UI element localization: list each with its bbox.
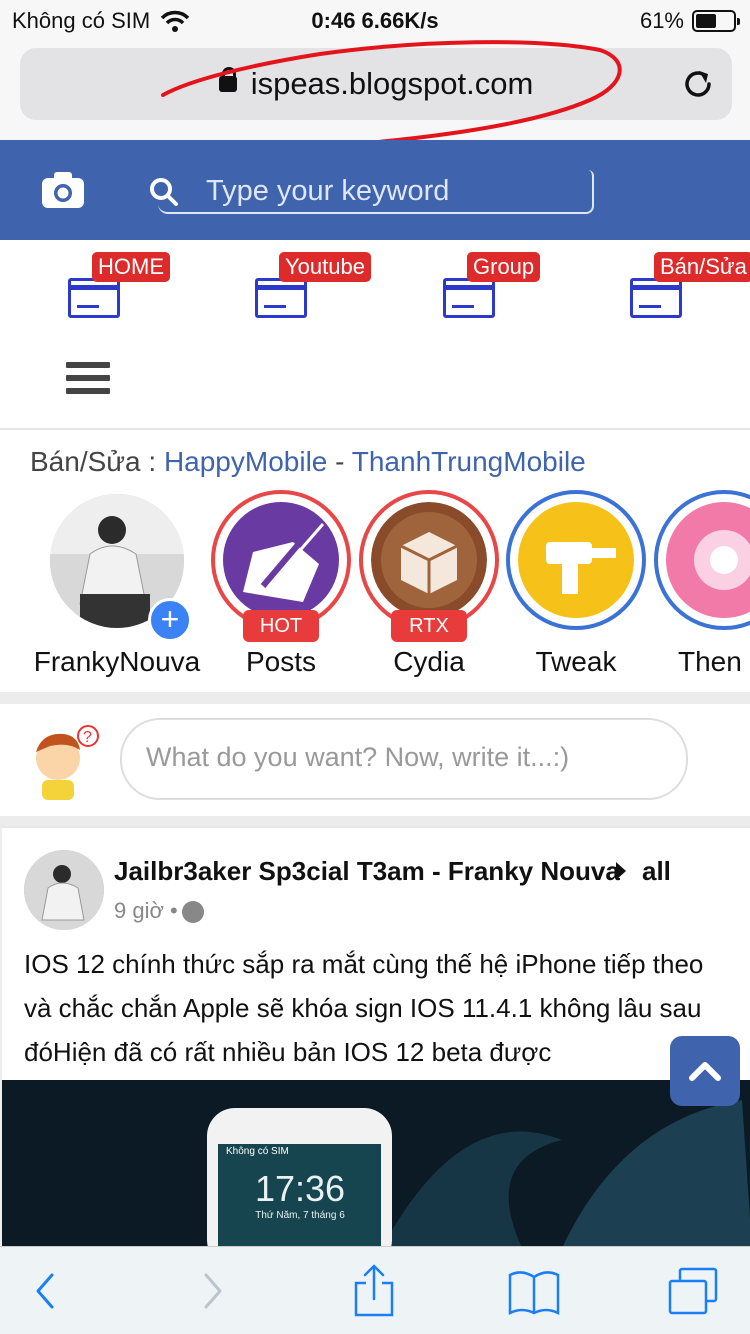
scroll-top-button[interactable] [670, 1036, 740, 1106]
story-label: Tweak [535, 646, 617, 677]
site-header [0, 140, 750, 240]
phone-carrier-text: Không có SIM [226, 1146, 289, 1157]
status-bar: Không có SIM 0:46 6.66K/s 61% [0, 0, 750, 40]
lock-icon [218, 66, 237, 92]
rtx-badge: RTX [391, 610, 467, 642]
compose-input[interactable]: What do you want? Now, write it...:) [120, 718, 688, 800]
story-label: FrankyNouva [33, 646, 201, 677]
post-author-name[interactable]: Jailbr3aker Sp3cial T3am - Franky Nouva [114, 856, 620, 887]
post-image[interactable]: Không có SIM 17:36 Thứ Năm, 7 tháng 6 [2, 1080, 750, 1248]
post-audience[interactable]: all [642, 856, 671, 887]
svg-text:?: ? [83, 729, 92, 746]
link-thanhtrungmobile[interactable]: ThanhTrungMobile [352, 446, 586, 477]
flower-icon [666, 502, 750, 618]
add-story-button[interactable]: + [148, 598, 192, 642]
search-icon[interactable] [148, 176, 180, 208]
drill-icon [518, 502, 634, 618]
page-icon [68, 278, 120, 318]
share-icon[interactable] [344, 1263, 404, 1319]
clock-speed: 0:46 6.66K/s [311, 8, 439, 33]
phone-clock-text: 17:36 [254, 1168, 346, 1209]
address-bar[interactable]: ispeas.blogspot.com [20, 48, 732, 120]
cartoon-avatar-icon: ? [36, 725, 99, 800]
reload-icon[interactable] [680, 66, 716, 102]
url-text: ispeas.blogspot.com [250, 66, 534, 101]
chevron-up-icon [689, 1062, 721, 1081]
quick-links: HOME Youtube Group Bán/Sửa [0, 240, 750, 320]
battery-percent: 61% [639, 8, 684, 33]
browser-address-area: ispeas.blogspot.com [0, 40, 750, 157]
phone-date-text: Thứ Năm, 7 tháng 6 [255, 1210, 345, 1221]
battery-fill [696, 14, 717, 28]
hot-badge: HOT [243, 610, 319, 642]
menu-icon[interactable] [66, 362, 110, 398]
forward-icon[interactable] [182, 1263, 242, 1319]
post-time: 9 giờ • [114, 898, 204, 924]
search-input[interactable] [206, 170, 586, 212]
divider [0, 428, 750, 430]
section-divider [0, 692, 750, 704]
write-post-icon [223, 502, 339, 618]
stories-title: Bán/Sửa : HappyMobile - ThanhTrungMobile [30, 446, 586, 477]
back-icon[interactable] [20, 1263, 80, 1319]
bookmarks-icon[interactable] [504, 1263, 564, 1319]
search-box [150, 170, 594, 214]
story-label: Then [678, 646, 742, 677]
page-icon [630, 278, 682, 318]
page-icon [443, 278, 495, 318]
page-icon [255, 278, 307, 318]
post-card: Jailbr3aker Sp3cial T3am - Franky Nouva … [0, 826, 750, 1248]
post-text: IOS 12 chính thức sắp ra mắt cùng thế hệ… [24, 949, 704, 1067]
tabs-icon[interactable] [664, 1263, 724, 1319]
link-happymobile[interactable]: HappyMobile [164, 446, 327, 477]
battery-icon [692, 10, 740, 32]
globe-icon [181, 901, 204, 924]
caret-right-icon [616, 862, 626, 880]
camera-icon[interactable] [40, 170, 86, 210]
post-author-avatar[interactable] [24, 850, 104, 930]
browser-toolbar [0, 1246, 750, 1334]
cydia-box-icon [371, 502, 487, 618]
